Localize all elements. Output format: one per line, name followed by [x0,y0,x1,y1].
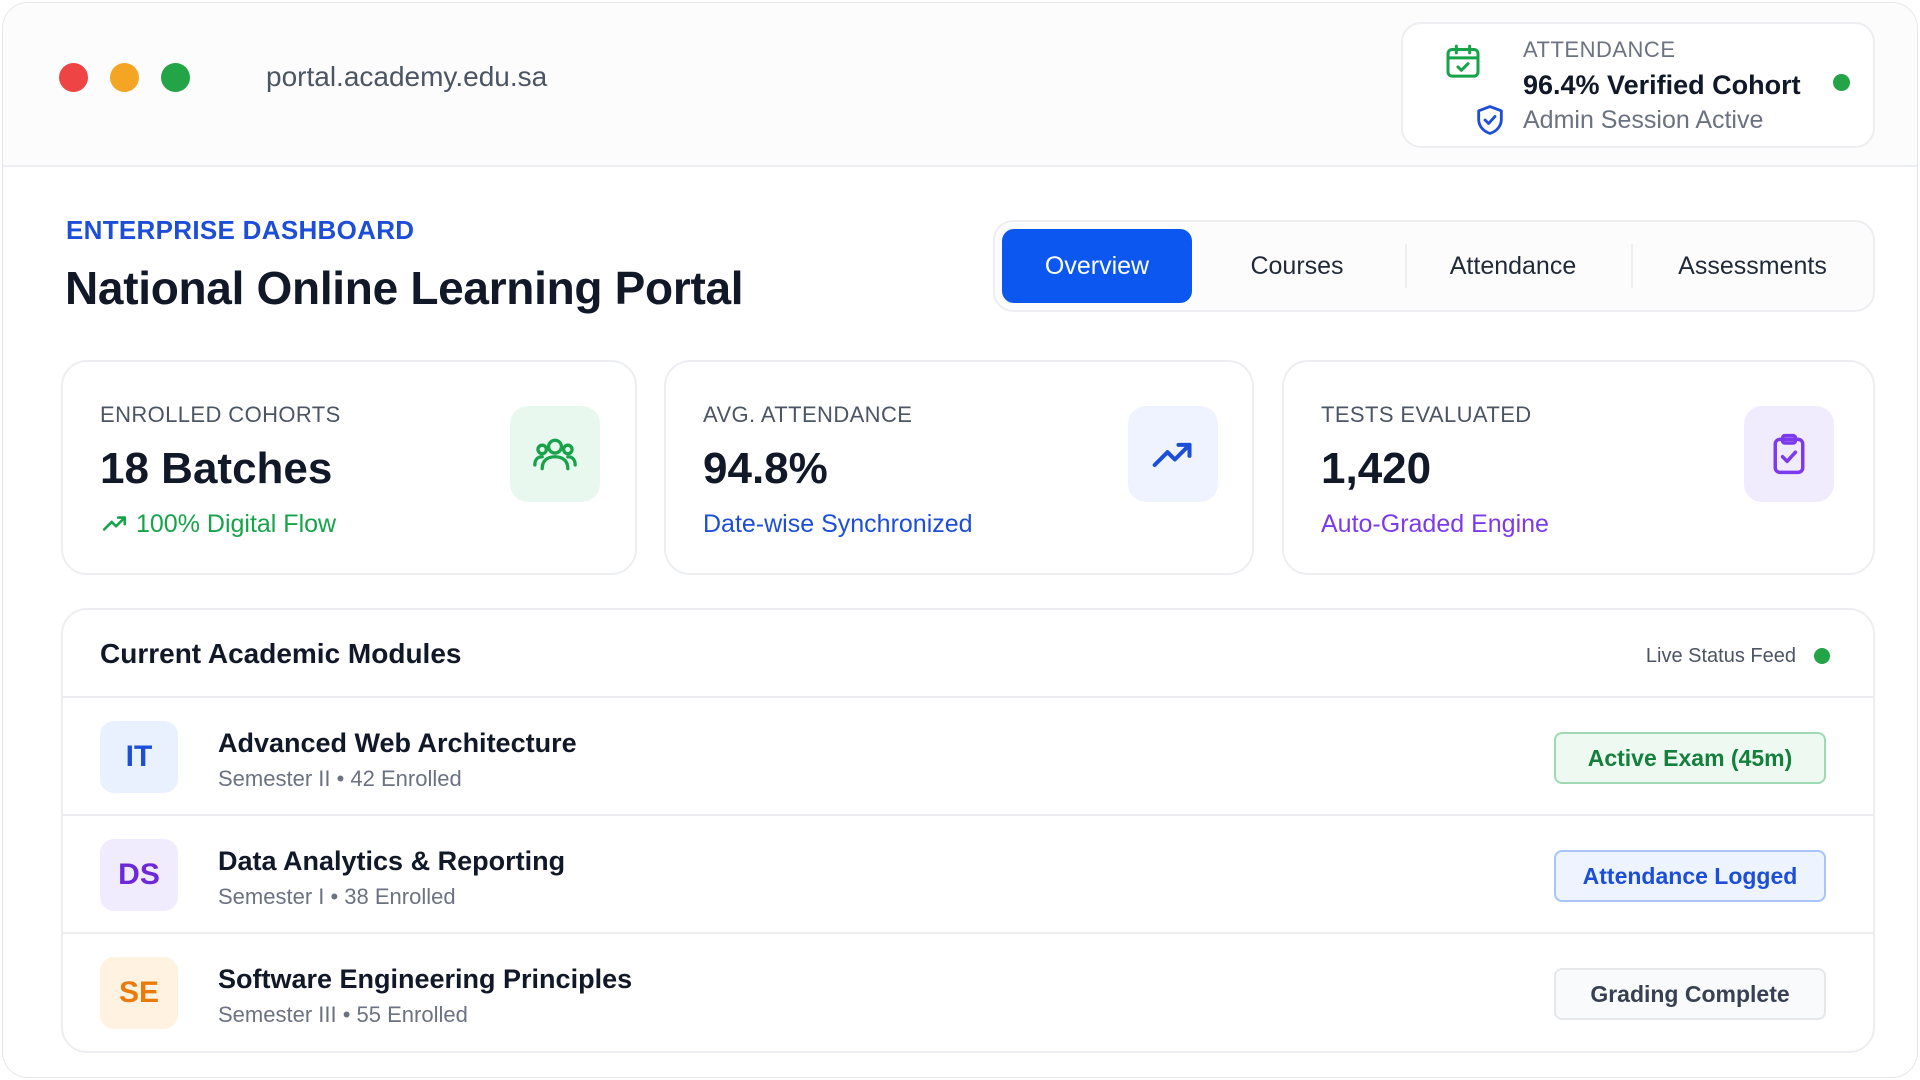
tab-assessments[interactable]: Assessments [1640,229,1865,303]
title-bar: portal.academy.edu.sa ATTENDANCE 96.4% V… [3,3,1917,167]
stat-label: ENROLLED COHORTS [100,402,341,427]
module-title: Advanced Web Architecture [218,728,577,758]
shield-check-icon [1477,105,1503,135]
academic-modules-panel: Current Academic Modules Live Status Fee… [61,608,1875,1053]
stat-subtext: 100% Digital Flow [100,510,336,539]
module-row[interactable]: SE Software Engineering Principles Semes… [63,934,1873,1051]
clipboard-check-icon [1773,433,1805,475]
modules-title: Current Academic Modules [100,638,462,669]
module-avatar: SE [100,957,178,1029]
module-avatar: IT [100,721,178,793]
status-badge[interactable]: Grading Complete [1554,968,1826,1020]
attendance-status-card: ATTENDANCE 96.4% Verified Cohort Admin S… [1401,22,1875,148]
users-icon [533,438,577,471]
stat-subtext: Date-wise Synchronized [703,510,973,538]
stat-value: 1,420 [1321,444,1432,493]
stat-value: 18 Batches [100,444,333,493]
stat-icon-tile [1128,406,1218,502]
maximize-window-button[interactable] [161,63,190,92]
stat-card-avg-attendance: AVG. ATTENDANCE 94.8% Date-wise Synchron… [664,360,1254,575]
tab-courses[interactable]: Courses [1197,229,1397,303]
tab-divider [1405,244,1407,288]
live-status-label: Live Status Feed [1645,645,1796,667]
stat-label: TESTS EVALUATED [1321,402,1532,427]
trending-up-icon [102,516,127,531]
module-row[interactable]: IT Advanced Web Architecture Semester II… [63,698,1873,816]
browser-window: portal.academy.edu.sa ATTENDANCE 96.4% V… [2,2,1918,1078]
attendance-label: ATTENDANCE [1523,37,1676,62]
status-badge[interactable]: Attendance Logged [1554,850,1826,902]
module-meta: Semester II • 42 Enrolled [218,766,462,791]
stat-icon-tile [1744,406,1834,502]
stat-subtext-label: 100% Digital Flow [136,510,337,538]
module-avatar: DS [100,839,178,911]
stat-value: 94.8% [703,444,828,493]
minimize-window-button[interactable] [110,63,139,92]
module-title: Data Analytics & Reporting [218,846,566,876]
stat-card-tests-evaluated: TESTS EVALUATED 1,420 Auto-Graded Engine [1282,360,1875,575]
calendar-check-icon [1446,44,1480,78]
dashboard-eyebrow: ENTERPRISE DASHBOARD [66,215,415,245]
modules-header: Current Academic Modules Live Status Fee… [63,610,1873,698]
close-window-button[interactable] [59,63,88,92]
status-badge[interactable]: Active Exam (45m) [1554,732,1826,784]
module-title: Software Engineering Principles [218,964,633,994]
live-status-dot [1814,648,1830,664]
stat-label: AVG. ATTENDANCE [703,402,913,427]
tab-divider [1631,244,1633,288]
page-title: National Online Learning Portal [65,262,744,314]
attendance-value: 96.4% Verified Cohort [1523,70,1801,100]
stat-icon-tile [510,406,600,502]
attendance-status-dot [1833,74,1850,91]
stat-card-enrolled-cohorts: ENROLLED COHORTS 18 Batches 100% Digital… [61,360,637,575]
module-meta: Semester III • 55 Enrolled [218,1002,468,1027]
admin-session-text: Admin Session Active [1523,106,1764,134]
stat-subtext: Auto-Graded Engine [1321,510,1549,538]
url-text[interactable]: portal.academy.edu.sa [266,61,547,93]
tab-overview[interactable]: Overview [1002,229,1192,303]
module-meta: Semester I • 38 Enrolled [218,884,456,909]
trending-up-icon [1152,442,1192,468]
module-row[interactable]: DS Data Analytics & Reporting Semester I… [63,816,1873,934]
tab-attendance[interactable]: Attendance [1413,229,1613,303]
tab-bar: Overview Courses Attendance Assessments [993,220,1875,312]
